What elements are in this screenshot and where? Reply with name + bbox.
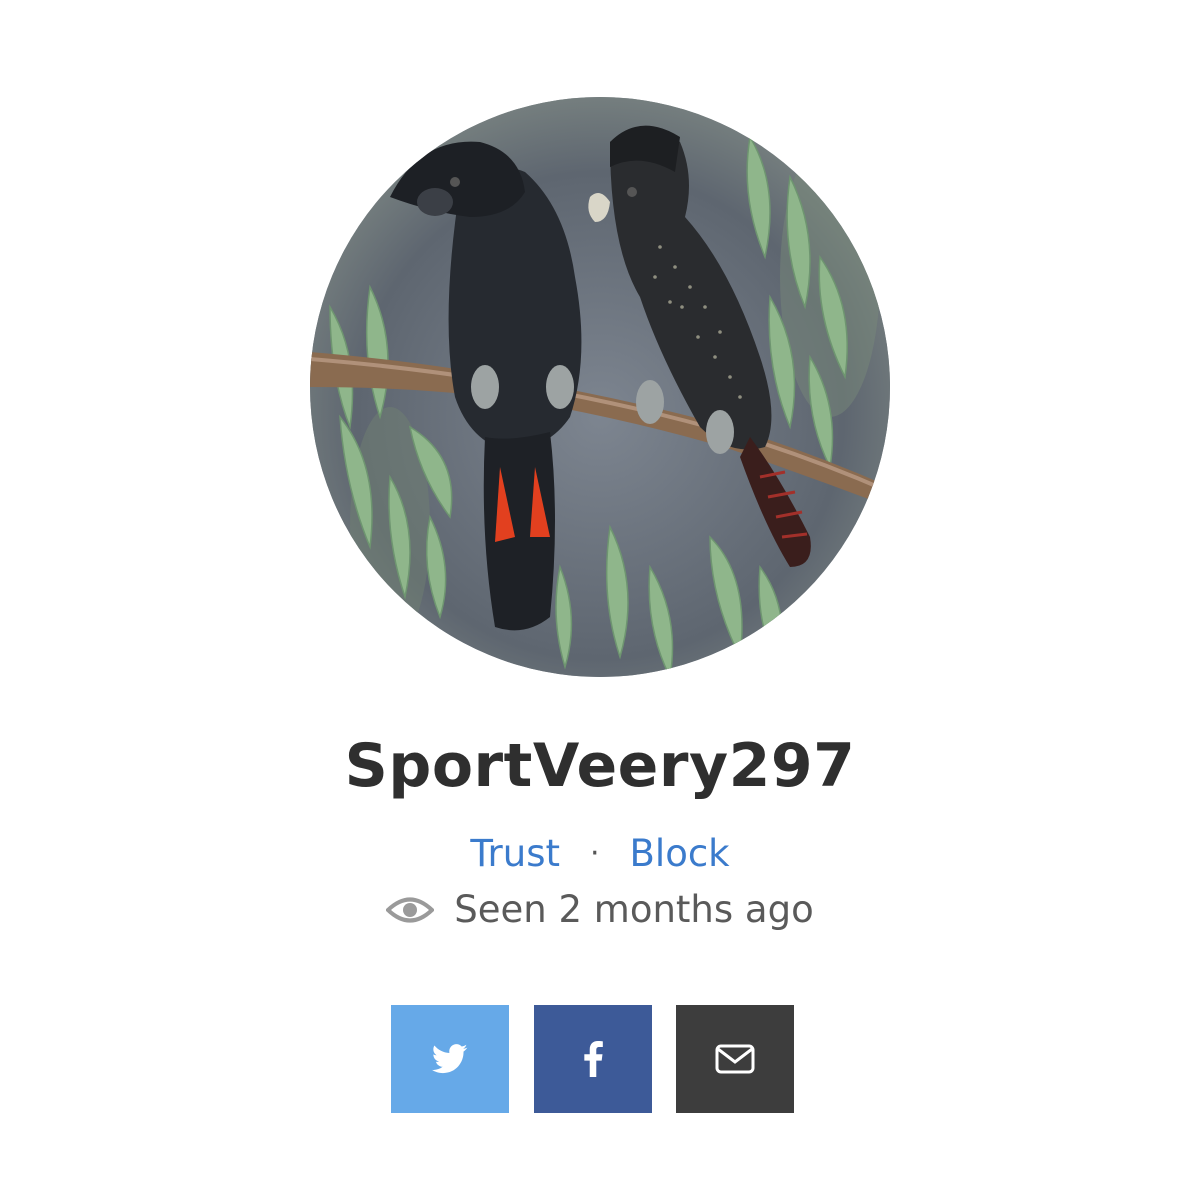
email-share-button[interactable]: [676, 1005, 794, 1113]
email-icon: [715, 1044, 755, 1074]
profile-actions: Trust · Block: [0, 830, 1200, 878]
eye-icon: [386, 897, 435, 923]
avatar: [310, 97, 890, 677]
username: SportVeery297: [344, 731, 856, 801]
trust-link[interactable]: Trust: [470, 830, 560, 878]
block-link[interactable]: Block: [630, 830, 730, 878]
last-seen: Seen 2 months ago: [0, 886, 1200, 934]
action-separator: ·: [589, 836, 600, 871]
facebook-icon: [584, 1041, 603, 1077]
twitter-share-button[interactable]: [391, 1005, 509, 1113]
facebook-share-button[interactable]: [534, 1005, 652, 1113]
avatar-image: [310, 97, 890, 677]
twitter-icon: [432, 1044, 468, 1074]
last-seen-text: Seen 2 months ago: [454, 888, 814, 931]
